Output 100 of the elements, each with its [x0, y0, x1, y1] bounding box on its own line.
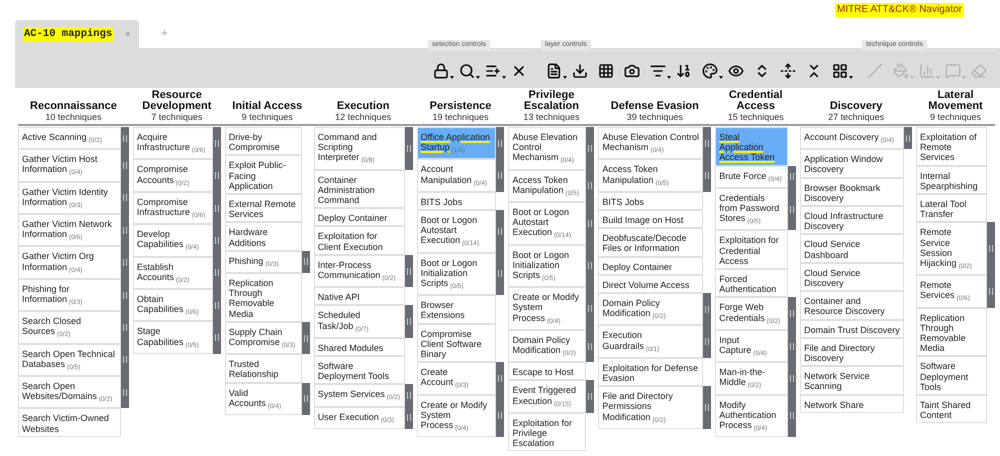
technique-cell[interactable]: Exploitation for Client Execution — [314, 226, 405, 255]
subtechnique-toggle[interactable] — [788, 166, 796, 188]
technique-cell[interactable]: Shared Modules — [314, 338, 405, 356]
technique-cell[interactable]: Abuse Elevation Control Mechanism $_{(0/4)}$ — [508, 127, 586, 170]
technique-cell[interactable]: Container and Resource Discovery — [800, 291, 904, 320]
technique-cell[interactable]: Network Share — [800, 394, 904, 413]
technique-cell[interactable]: Exploitation for Privilege Escalation — [508, 412, 586, 452]
technique-cell[interactable]: Create or Modify System Process $_{(0/4)}$ — [416, 394, 496, 438]
technique-cell[interactable]: Exploitation of Remote Services — [916, 127, 987, 166]
subtechnique-toggle[interactable] — [496, 127, 504, 160]
subtechnique-toggle[interactable] — [496, 252, 504, 296]
technique-cell[interactable]: Account Discovery $_{(0/4)}$ — [800, 127, 904, 150]
technique-cell[interactable]: Domain Trust Discovery — [800, 320, 904, 338]
technique-cell[interactable]: Taint Shared Content — [916, 395, 987, 424]
technique-cell[interactable]: Drive-by Compromise — [224, 127, 302, 156]
technique-cell[interactable]: Native API — [314, 287, 405, 306]
technique-cell[interactable]: Abuse Elevation Control Mechanism $_{(0/4)}$ — [598, 127, 704, 160]
technique-cell[interactable]: Command and Scripting Interpreter $_{(0/8)}$ — [314, 127, 405, 170]
technique-cell[interactable]: Develop Capabilities $_{(0/4)}$ — [132, 224, 213, 257]
technique-cell[interactable]: Search Open Websites/Domains $_{(0/2)}$ — [18, 376, 121, 408]
technique-cell[interactable]: Access Token Manipulation $_{(0/5)}$ — [598, 159, 704, 192]
technique-cell[interactable]: Software Deployment Tools — [916, 356, 987, 396]
technique-cell[interactable]: Boot or Logon Initialization Scripts $_{(0/5)}$ — [416, 252, 496, 296]
technique-cell[interactable]: Lateral Tool Transfer — [916, 194, 987, 222]
technique-cell[interactable]: Remote Services $_{(0/6)}$ — [916, 275, 987, 308]
technique-cell[interactable]: Deploy Container — [598, 256, 704, 275]
technique-cell[interactable]: Gather Victim Host Information $_{(0/4)}$ — [18, 149, 121, 182]
technique-cell[interactable]: Domain Policy Modification $_{(0/2)}$ — [508, 330, 586, 362]
technique-cell[interactable]: Boot or Logon Initialization Scripts $_{(0/5)}$ — [508, 244, 586, 288]
subtechnique-toggle[interactable] — [496, 362, 504, 395]
technique-cell[interactable]: Search Open Technical Databases $_{(0/5)}$ — [18, 344, 121, 376]
technique-cell[interactable]: Establish Accounts $_{(0/2)}$ — [132, 256, 213, 290]
technique-cell[interactable]: Forced Authentication — [715, 269, 788, 298]
technique-cell[interactable]: Brute Force $_{(0/4)}$ — [715, 166, 788, 188]
technique-cell[interactable]: Office Application Startup $_{(1/6)}$ — [416, 127, 496, 160]
technique-cell[interactable]: Input Capture $_{(0/4)}$ — [715, 330, 788, 362]
technique-cell[interactable]: Compromise Accounts $_{(0/2)}$ — [132, 159, 213, 192]
technique-cell[interactable]: Create or Modify System Process $_{(0/4)}$ — [508, 287, 586, 330]
technique-cell[interactable]: Browser Bookmark Discovery — [800, 178, 904, 206]
technique-cell[interactable]: Escape to Host — [508, 362, 586, 380]
technique-cell[interactable]: Stage Capabilities $_{(0/5)}$ — [132, 321, 213, 354]
technique-cell[interactable]: Account Manipulation $_{(0/4)}$ — [416, 159, 496, 192]
technique-cell[interactable]: Acquire Infrastructure $_{(0/6)}$ — [132, 127, 213, 160]
subtechnique-toggle[interactable] — [703, 293, 712, 326]
technique-cell[interactable]: Replication Through Removable Media — [224, 273, 302, 322]
technique-cell[interactable]: Cloud Service Dashboard — [800, 234, 904, 263]
technique-cell[interactable]: Gather Victim Org Information $_{(0/4)}$ — [18, 246, 121, 279]
subtechnique-toggle[interactable] — [586, 127, 594, 170]
technique-cell[interactable]: Create Account $_{(0/3)}$ — [416, 362, 496, 395]
technique-cell[interactable]: Remote Service Session Hijacking $_{(0/2)}$ — [916, 222, 987, 276]
technique-cell[interactable]: BITS Jobs — [416, 192, 496, 210]
technique-cell[interactable]: Active Scanning $_{(0/2)}$ — [18, 127, 121, 150]
technique-cell[interactable]: Deobfuscate/Decode Files or Information — [598, 228, 704, 257]
technique-cell[interactable]: Gather Victim Network Information $_{(0/6)}$ — [18, 214, 121, 246]
subtechnique-toggle[interactable] — [788, 188, 796, 230]
technique-cell[interactable]: Steal Application Access Token — [715, 127, 788, 166]
technique-cell[interactable]: Internal Spearphishing — [916, 166, 987, 194]
subtechnique-toggle[interactable] — [703, 159, 712, 192]
technique-cell[interactable]: Exploitation for Credential Access — [715, 230, 788, 270]
technique-cell[interactable]: Supply Chain Compromise $_{(0/3)}$ — [224, 322, 302, 354]
technique-cell[interactable]: Deploy Container — [314, 208, 405, 226]
technique-cell[interactable]: Cloud Infrastructure Discovery — [800, 206, 904, 234]
technique-cell[interactable]: Valid Accounts $_{(0/4)}$ — [224, 382, 302, 416]
technique-cell[interactable]: Event Triggered Execution $_{(0/15)}$ — [508, 380, 586, 413]
technique-cell[interactable]: Exploitation for Defense Evasion — [598, 358, 704, 386]
subtechnique-toggle[interactable] — [703, 127, 712, 160]
technique-cell[interactable]: Cloud Service Discovery — [800, 262, 904, 292]
technique-cell[interactable]: BITS Jobs — [598, 192, 704, 210]
technique-cell[interactable]: External Remote Services — [224, 194, 302, 222]
technique-cell[interactable]: Browser Extensions — [416, 295, 496, 324]
technique-cell[interactable]: Container Administration Command — [314, 170, 405, 208]
technique-cell[interactable]: Forge Web Credentials $_{(0/2)}$ — [715, 297, 788, 330]
technique-cell[interactable]: File and Directory Discovery — [800, 338, 904, 366]
technique-cell[interactable]: Phishing $_{(0/3)}$ — [224, 250, 302, 274]
subtechnique-toggle[interactable] — [788, 394, 796, 438]
technique-cell[interactable]: Exploit Public-Facing Application — [224, 155, 302, 194]
technique-cell[interactable]: Replication Through Removable Media — [916, 308, 987, 356]
technique-cell[interactable]: Compromise Client Software Binary — [416, 324, 496, 362]
technique-cell[interactable]: Execution Guardrails $_{(0/1)}$ — [598, 325, 704, 358]
technique-cell[interactable]: Inter-Process Communication $_{(0/2)}$ — [314, 254, 405, 288]
subtechnique-toggle[interactable] — [496, 210, 504, 253]
subtechnique-toggle[interactable] — [788, 297, 796, 330]
technique-cell[interactable]: Software Deployment Tools — [314, 356, 405, 384]
layer-tab[interactable]: AC-10 mappings × — [15, 20, 139, 48]
subtechnique-toggle[interactable] — [703, 325, 712, 358]
technique-cell[interactable]: Modify Authentication Process $_{(0/4)}$ — [715, 394, 788, 438]
technique-cell[interactable]: Domain Policy Modification $_{(0/2)}$ — [598, 293, 704, 326]
technique-cell[interactable]: Scheduled Task/Job $_{(0/7)}$ — [314, 305, 405, 338]
technique-cell[interactable]: Credentials from Password Stores $_{(0/5)}$ — [715, 188, 788, 230]
technique-cell[interactable]: Boot or Logon Autostart Execution $_{(0/14)}$ — [508, 202, 586, 245]
technique-cell[interactable]: Search Closed Sources $_{(0/2)}$ — [18, 311, 121, 344]
technique-cell[interactable]: Trusted Relationship — [224, 354, 302, 383]
technique-cell[interactable]: Gather Victim Identity Information $_{(0/3)}$ — [18, 182, 121, 214]
technique-cell[interactable]: Man-in-the-Middle $_{(0/2)}$ — [715, 362, 788, 395]
technique-cell[interactable]: Obtain Capabilities $_{(0/6)}$ — [132, 289, 213, 322]
technique-cell[interactable]: Application Window Discovery — [800, 149, 904, 178]
technique-cell[interactable]: Search Victim-Owned Websites — [18, 408, 121, 437]
technique-cell[interactable]: User Execution $_{(0/3)}$ — [314, 406, 405, 429]
subtechnique-toggle[interactable] — [496, 394, 504, 438]
technique-cell[interactable]: File and Directory Permissions Modification $_{(0/2)}$ — [598, 386, 704, 429]
